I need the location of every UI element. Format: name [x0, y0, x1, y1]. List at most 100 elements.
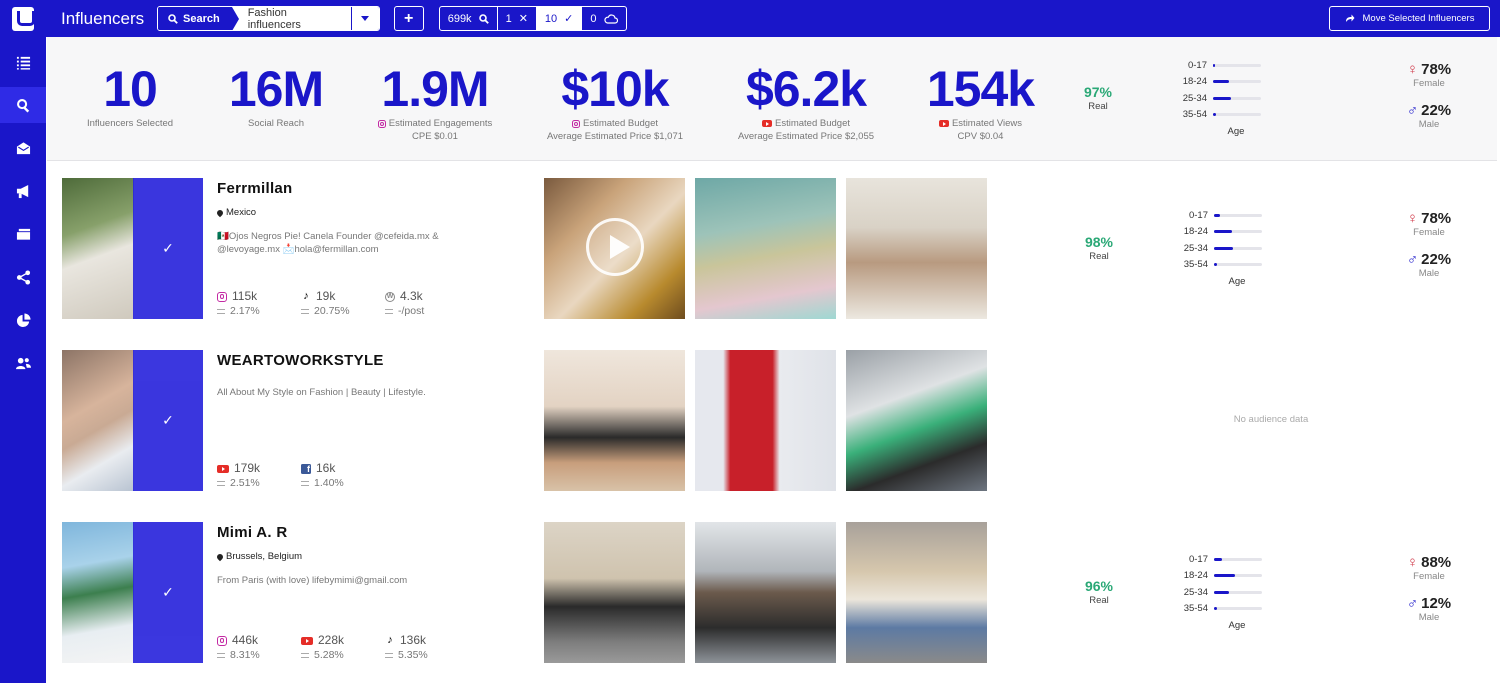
counter-excluded[interactable]: 1 ✕	[498, 7, 537, 30]
age-row: 0-17	[1171, 57, 1271, 74]
sidebar-item-lists[interactable]	[0, 44, 46, 80]
stat-influencers: 10 Influencers Selected	[80, 61, 180, 130]
male-icon: ♂	[1406, 102, 1419, 119]
post-thumbnail[interactable]	[695, 522, 836, 663]
post-thumbnail[interactable]	[846, 522, 987, 663]
post-thumbnail[interactable]	[846, 178, 987, 319]
search-icon	[168, 13, 178, 24]
age-label: 35-54	[1182, 109, 1207, 121]
female-pct: 78%	[1421, 61, 1452, 78]
stat-views-sub: CPV $0.04	[957, 131, 1004, 142]
engagement-icon	[385, 308, 393, 314]
post-gallery	[544, 178, 987, 319]
metric-instagram-top: 446k	[217, 633, 301, 648]
metric-followers: 16k	[316, 461, 336, 475]
counter-saved[interactable]: 0	[582, 7, 625, 30]
selected-overlay[interactable]: ✓	[133, 350, 203, 491]
summary-age-chart: 0-17 18-24 25-34 35-54 Age	[1171, 57, 1271, 137]
age-track	[1214, 557, 1262, 561]
stat-budget-instagram-value: $10k	[561, 61, 669, 117]
engagement-icon	[385, 652, 393, 658]
avatar[interactable]: ✓	[62, 522, 203, 663]
age-bar	[1214, 213, 1220, 217]
stat-budget-instagram-label: Estimated Budget	[583, 118, 658, 129]
influencer-name[interactable]: Ferrmillan	[217, 180, 293, 197]
influencer-bio: All About My Style on Fashion | Beauty |…	[217, 387, 426, 398]
avatar-photo	[62, 178, 134, 319]
influencer-metrics: 179k 2.51% f 16k 1.40%	[217, 461, 385, 490]
avatar[interactable]: ✓	[62, 178, 203, 319]
sidebar-item-cards[interactable]	[0, 216, 46, 252]
age-label: 0-17	[1188, 553, 1208, 565]
instagram-icon	[217, 635, 227, 646]
age-row: 18-24	[1172, 568, 1272, 585]
post-thumbnail[interactable]	[846, 350, 987, 491]
post-thumbnail[interactable]	[695, 178, 836, 319]
female-label: Female	[1413, 571, 1445, 582]
post-thumbnail[interactable]	[544, 350, 685, 491]
age-track	[1213, 80, 1261, 84]
cards-icon	[16, 228, 30, 240]
influencer-name[interactable]: WEARTOWORKSTYLE	[217, 352, 384, 369]
sidebar-item-reports[interactable]	[0, 302, 46, 338]
play-icon[interactable]	[586, 218, 644, 276]
influencer-row[interactable]: ✓ Ferrmillan Mexico 🇲🇽Ojos Negros Pie! C…	[47, 178, 1497, 350]
engagement-icon	[301, 480, 309, 486]
age-track	[1213, 113, 1261, 117]
age-title: Age	[1228, 276, 1246, 287]
counter-results[interactable]: 699k	[440, 7, 498, 30]
post-thumbnail[interactable]	[544, 178, 685, 319]
sidebar-item-search[interactable]	[0, 87, 46, 123]
summary-real-pct: 97%	[1083, 84, 1113, 100]
stat-budget-youtube-value: $6.2k	[745, 61, 867, 117]
age-bar	[1214, 590, 1230, 594]
stat-views-label: Estimated Views	[951, 118, 1023, 129]
engagement-icon	[301, 652, 309, 658]
sidebar-item-campaigns[interactable]	[0, 173, 46, 209]
share-arrow-icon	[1345, 14, 1355, 22]
add-button[interactable]: +	[393, 6, 424, 31]
sidebar-item-share[interactable]	[0, 259, 46, 295]
age-bar	[1213, 96, 1232, 100]
post-gallery	[544, 522, 987, 663]
post-thumbnail[interactable]	[544, 522, 685, 663]
counter-selected[interactable]: 10 ✓	[536, 7, 583, 30]
summary-real-label: Real	[1088, 101, 1108, 112]
metric-followers: 446k	[232, 633, 259, 647]
influencer-age-chart: 0-17 18-24 25-34 35-54 Age	[1172, 551, 1272, 631]
search-dropdown-button[interactable]	[350, 7, 379, 30]
influencer-row[interactable]: ✓ WEARTOWORKSTYLE All About My Style on …	[47, 350, 1497, 522]
move-selected-button[interactable]: Move Selected Influencers	[1329, 6, 1490, 31]
influencer-real-pct: 96%	[1084, 578, 1114, 594]
stat-views-caption: Estimated Views	[918, 117, 1043, 130]
metric-rate: 2.51%	[230, 477, 260, 489]
check-icon: ✓	[162, 412, 174, 428]
influencer-row[interactable]: ✓ Mimi A. R Brussels, Belgium From Paris…	[47, 522, 1497, 683]
metric-instagram: 115k 2.17%	[217, 289, 301, 318]
tiktok-icon: ♪	[387, 634, 393, 646]
age-track	[1214, 263, 1262, 267]
metric-instagram-top: 115k	[217, 289, 301, 304]
metric-tiktok-top: ♪ 136k	[385, 633, 469, 648]
tiktok-icon: ♪	[303, 290, 309, 302]
selected-overlay[interactable]: ✓	[133, 522, 203, 663]
selected-overlay[interactable]: ✓	[133, 178, 203, 319]
sidebar-item-inbox[interactable]	[0, 130, 46, 166]
avatar[interactable]: ✓	[62, 350, 203, 491]
metric-tiktok-bottom: 5.35%	[385, 648, 469, 662]
age-track	[1214, 213, 1262, 217]
post-thumbnail[interactable]	[695, 350, 836, 491]
metric-youtube-bottom: 2.51%	[217, 476, 301, 490]
search-query[interactable]: Fashion influencers	[231, 7, 351, 30]
age-label: 18-24	[1183, 570, 1208, 582]
influencer-name[interactable]: Mimi A. R	[217, 524, 287, 541]
male-pct: 22%	[1421, 251, 1452, 268]
app-logo[interactable]	[0, 0, 46, 37]
youtube-icon	[217, 464, 229, 473]
search-button[interactable]: Search	[158, 7, 239, 30]
counter-results-value: 699k	[447, 12, 472, 25]
male-icon: ♂	[1406, 595, 1419, 612]
metric-tiktok: ♪ 19k 20.75%	[301, 289, 385, 318]
sidebar-item-users[interactable]	[0, 345, 46, 381]
move-selected-label: Move Selected Influencers	[1362, 13, 1475, 24]
